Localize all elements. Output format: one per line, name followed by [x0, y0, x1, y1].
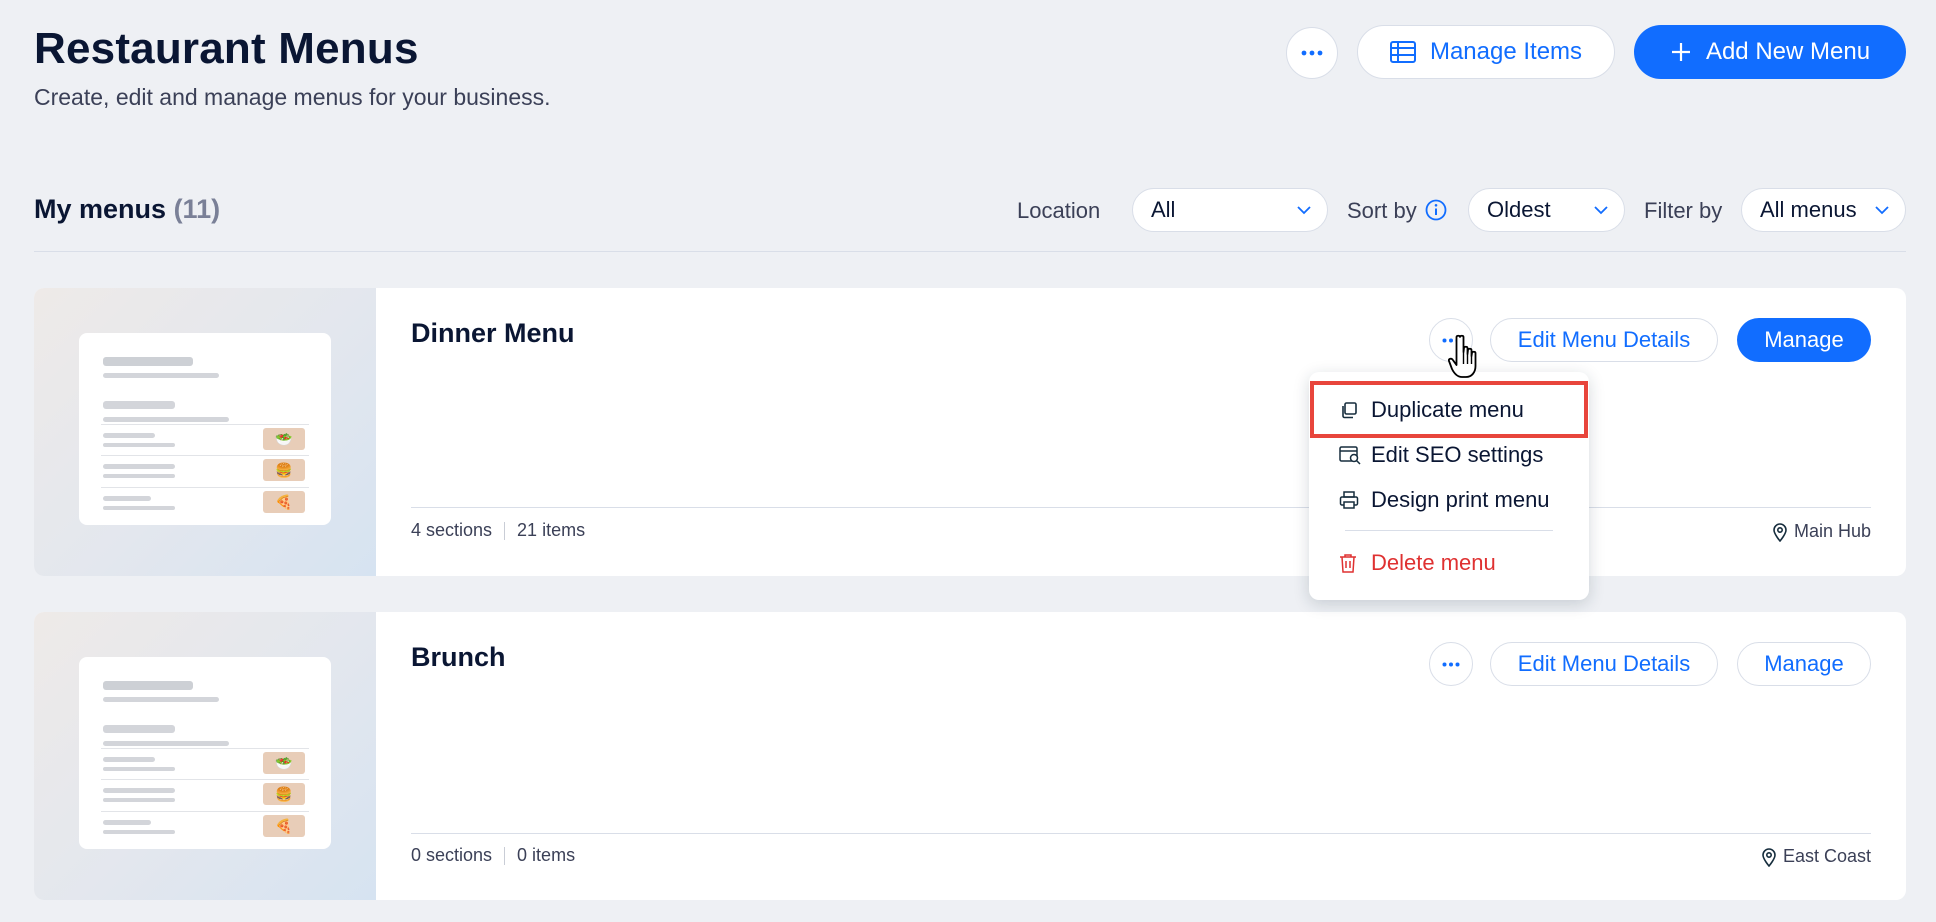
edit-seo-settings-item[interactable]: Edit SEO settings	[1309, 433, 1589, 477]
menu-name[interactable]: Brunch	[411, 642, 506, 673]
chevron-down-icon	[1594, 205, 1608, 214]
manage-button[interactable]: Manage	[1737, 642, 1871, 686]
add-new-menu-label: Add New Menu	[1705, 38, 1871, 65]
menu-separator	[1345, 530, 1553, 531]
menu-location: Main Hub	[1772, 521, 1871, 542]
hand-cursor-icon	[1448, 334, 1477, 378]
my-menus-heading: My menus (11)	[34, 194, 220, 225]
more-horizontal-icon	[1442, 662, 1460, 666]
menu-more-button[interactable]	[1429, 642, 1473, 686]
card-divider	[411, 507, 1871, 508]
more-horizontal-icon	[1301, 50, 1323, 56]
plus-icon	[1671, 43, 1690, 61]
my-menus-title: My menus	[34, 194, 167, 224]
filter-by-label: Filter by	[1644, 198, 1723, 223]
menu-card-brunch[interactable]: 🥗 🍔 🍕 Brunch Edit Menu Details Manage 0 …	[34, 612, 1906, 900]
menu-card-dinner[interactable]: 🥗 🍔 🍕 Dinner Menu Edit Menu Details Mana…	[34, 288, 1906, 576]
edit-seo-settings-label: Edit SEO settings	[1371, 442, 1544, 467]
edit-menu-details-button[interactable]: Edit Menu Details	[1490, 642, 1718, 686]
edit-menu-details-button[interactable]: Edit Menu Details	[1490, 318, 1718, 362]
menu-preview-sheet: 🥗 🍔 🍕	[79, 657, 331, 849]
add-new-menu-button[interactable]: Add New Menu	[1634, 25, 1906, 79]
menu-preview-sheet: 🥗 🍔 🍕	[79, 333, 331, 525]
location-value: All	[1151, 197, 1176, 222]
page-title: Restaurant Menus	[34, 24, 419, 73]
page-subtitle: Create, edit and manage menus for your b…	[34, 84, 551, 110]
duplicate-menu-highlight	[1310, 381, 1588, 438]
card-divider	[411, 833, 1871, 834]
delete-menu-item[interactable]: Delete menu	[1309, 541, 1589, 585]
location-pin-icon	[1773, 522, 1787, 542]
chevron-down-icon	[1297, 205, 1311, 214]
location-name: East Coast	[1782, 846, 1871, 866]
seo-icon	[1339, 446, 1361, 465]
manage-items-button[interactable]: Manage Items	[1357, 25, 1615, 79]
sections-count: 0 sections	[411, 845, 493, 865]
location-label: Location	[1017, 198, 1101, 223]
design-print-menu-item[interactable]: Design print menu	[1309, 478, 1589, 522]
burger-image: 🍔	[263, 783, 305, 805]
items-count: 0 items	[517, 845, 576, 865]
pizza-image: 🍕	[263, 491, 305, 513]
items-count: 21 items	[517, 520, 586, 540]
menu-name[interactable]: Dinner Menu	[411, 318, 575, 349]
menu-stats: 0 sections 0 items	[411, 845, 575, 866]
filter-value: All menus	[1760, 197, 1857, 222]
table-icon	[1389, 41, 1416, 63]
manage-button[interactable]: Manage	[1737, 318, 1871, 362]
pizza-image: 🍕	[263, 815, 305, 837]
printer-icon	[1339, 491, 1359, 509]
sections-count: 4 sections	[411, 520, 493, 540]
location-select[interactable]: All	[1132, 188, 1328, 232]
design-print-menu-label: Design print menu	[1371, 487, 1550, 512]
location-pin-icon	[1762, 847, 1776, 867]
trash-icon	[1340, 554, 1356, 573]
menu-location: East Coast	[1761, 846, 1871, 867]
chevron-down-icon	[1875, 205, 1889, 214]
header-more-button[interactable]	[1286, 27, 1338, 79]
menu-thumbnail: 🥗 🍔 🍕	[34, 288, 376, 576]
manage-items-label: Manage Items	[1429, 38, 1583, 65]
sort-select[interactable]: Oldest	[1468, 188, 1625, 232]
burger-image: 🍔	[263, 459, 305, 481]
delete-menu-label: Delete menu	[1371, 550, 1496, 575]
menu-stats: 4 sections 21 items	[411, 520, 585, 541]
salad-image: 🥗	[263, 428, 305, 450]
toolbar-divider	[34, 251, 1906, 252]
menus-count: (11)	[173, 194, 221, 224]
sort-by-label: Sort by	[1347, 198, 1417, 223]
sort-value: Oldest	[1487, 197, 1551, 222]
filter-select[interactable]: All menus	[1741, 188, 1906, 232]
location-name: Main Hub	[1793, 521, 1871, 541]
info-icon[interactable]	[1425, 199, 1447, 221]
menu-thumbnail: 🥗 🍔 🍕	[34, 612, 376, 900]
salad-image: 🥗	[263, 752, 305, 774]
